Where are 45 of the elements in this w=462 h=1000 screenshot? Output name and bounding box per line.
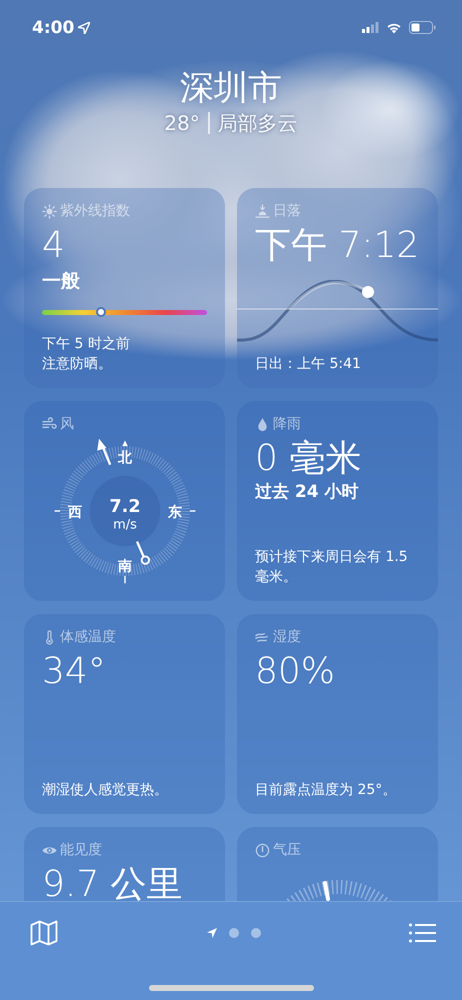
- card-title: 能见度: [60, 841, 102, 859]
- uv-note: 注意防晒。: [42, 355, 113, 374]
- compass-west: 西: [67, 504, 82, 521]
- rain-period: 过去 24 小时: [255, 481, 360, 503]
- card-title: 日落: [273, 202, 301, 220]
- wind-speed: 7.2: [108, 496, 140, 517]
- feels-value: 34°: [42, 650, 107, 694]
- sunset-icon: [255, 204, 270, 218]
- wind-unit: m/s: [112, 518, 136, 533]
- card-title: 体感温度: [60, 628, 116, 646]
- map-icon[interactable]: [30, 920, 58, 946]
- card-title: 湿度: [273, 628, 301, 646]
- wind-icon: [42, 416, 57, 432]
- uv-level: 一般: [42, 269, 81, 294]
- gauge-icon: [255, 842, 270, 858]
- page-dot[interactable]: [250, 928, 260, 938]
- city-name: 深圳市: [180, 67, 282, 110]
- compass-east: 东: [168, 504, 182, 521]
- card-title: 气压: [273, 841, 301, 859]
- card-title: 降雨: [273, 415, 301, 433]
- rain-forecast: 预计接下来周日会有 1.5 毫米。: [255, 548, 409, 587]
- sunrise-note: 日出：上午 5:41: [255, 355, 362, 374]
- wifi-icon: [386, 22, 402, 34]
- uv-note: 下午 5 时之前: [42, 335, 131, 354]
- humidity-note: 目前露点温度为 25°。: [255, 781, 398, 800]
- card-title: 风: [60, 415, 74, 433]
- sun-icon: [42, 204, 57, 218]
- rain-amount: 0 毫米: [255, 437, 362, 481]
- signal-icon: [362, 22, 379, 33]
- location-icon[interactable]: [206, 928, 216, 938]
- uv-value: 4: [42, 224, 66, 268]
- humidity-value: 80%: [255, 650, 336, 694]
- current-temperature: 28°: [164, 110, 200, 136]
- clock-time: 4:00: [32, 18, 74, 38]
- compass-north: 北: [118, 450, 132, 466]
- weather-condition: 局部多云: [218, 110, 298, 136]
- compass-south: 南: [118, 558, 132, 574]
- page-dot[interactable]: [228, 928, 238, 938]
- visibility-value: 9.7 公里: [42, 863, 184, 907]
- feels-note: 潮湿使人感觉更热。: [42, 781, 169, 800]
- list-icon[interactable]: [409, 923, 436, 943]
- sunset-time: 下午 7:12: [255, 224, 420, 268]
- location-arrow-icon: [78, 22, 90, 34]
- battery-icon: [409, 21, 436, 34]
- card-title: 紫外线指数: [60, 202, 130, 220]
